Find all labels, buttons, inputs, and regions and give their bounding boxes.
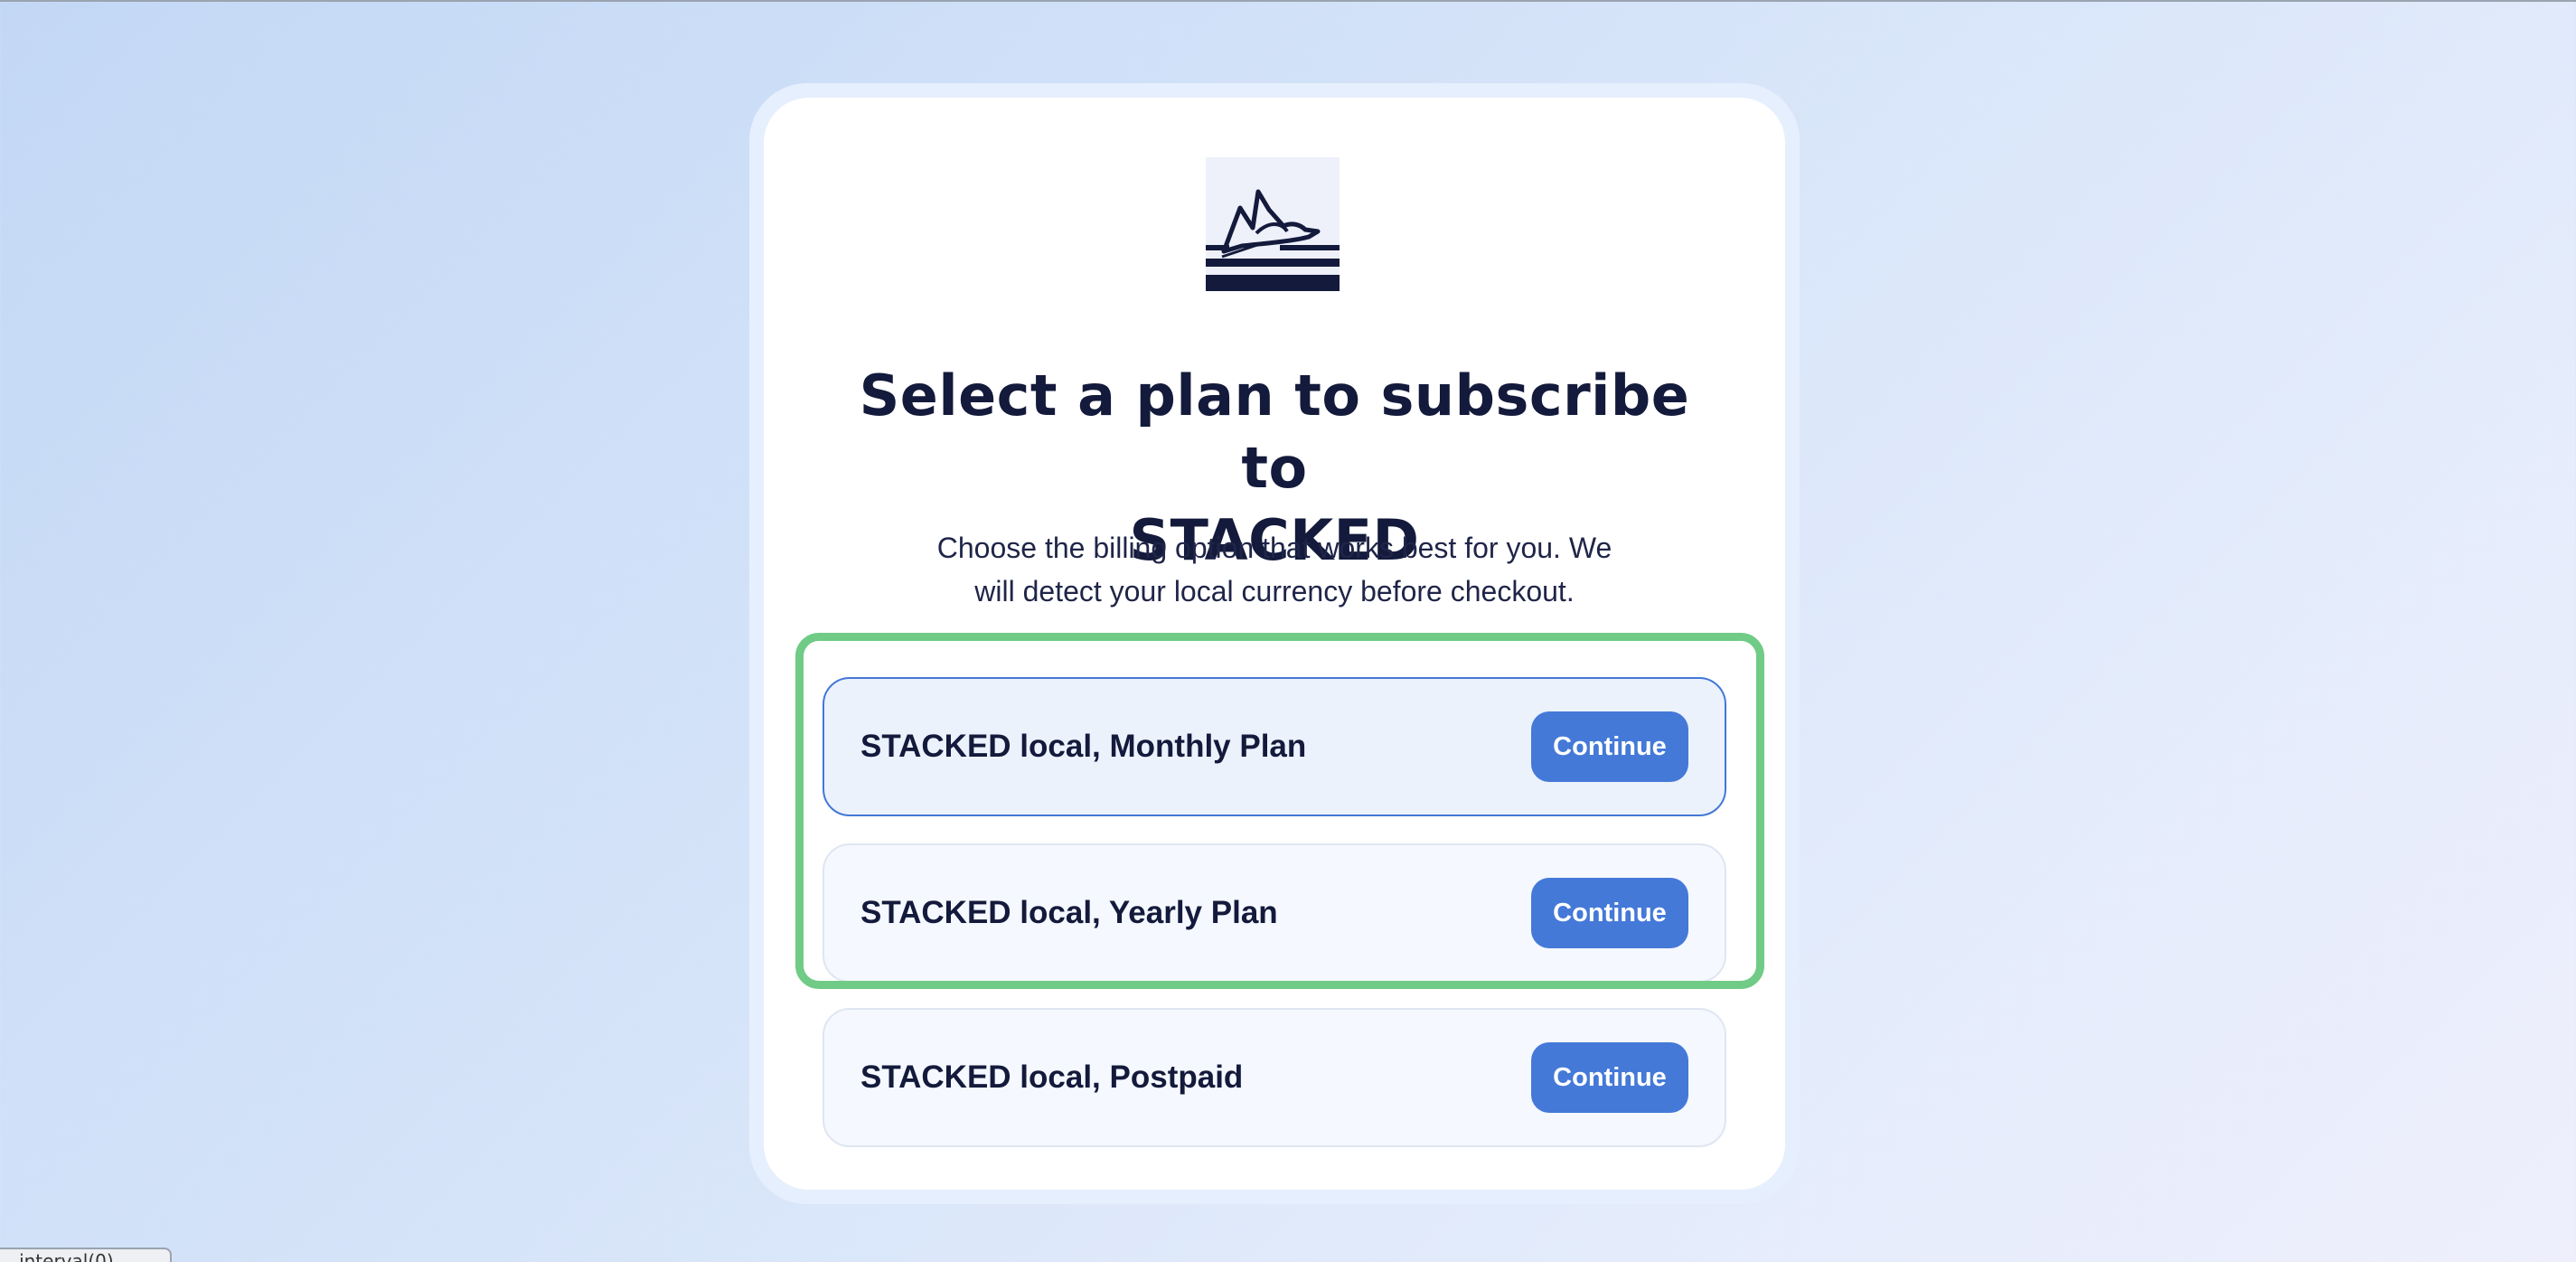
status-chip-text: ...interval(0) [2,1250,114,1262]
continue-button-monthly[interactable]: Continue [1531,711,1688,782]
status-chip: ...interval(0) [0,1248,172,1262]
plan-label: STACKED local, Monthly Plan [860,729,1307,764]
stacked-logo [1206,157,1340,291]
plan-selection-card: Select a plan to subscribe to STACKED Ch… [764,98,1785,1190]
continue-button-postpaid[interactable]: Continue [1531,1042,1688,1113]
page-subtitle-line1: Choose the billing option that works bes… [936,532,1612,564]
page-subtitle: Choose the billing option that works bes… [899,526,1650,613]
plan-label: STACKED local, Yearly Plan [860,895,1278,930]
plan-selection-card-frame: Select a plan to subscribe to STACKED Ch… [749,83,1800,1204]
window-top-border [0,0,2576,2]
continue-button-yearly[interactable]: Continue [1531,878,1688,948]
plan-option-yearly[interactable]: STACKED local, Yearly Plan Continue [823,843,1726,983]
page-subtitle-line2: will detect your local currency before c… [974,575,1575,607]
stingray-logo-icon [1206,157,1340,291]
plan-option-monthly[interactable]: STACKED local, Monthly Plan Continue [823,677,1726,816]
plan-label: STACKED local, Postpaid [860,1060,1244,1095]
page-title-line1: Select a plan to subscribe to [859,363,1690,501]
plan-option-postpaid[interactable]: STACKED local, Postpaid Continue [823,1008,1726,1147]
